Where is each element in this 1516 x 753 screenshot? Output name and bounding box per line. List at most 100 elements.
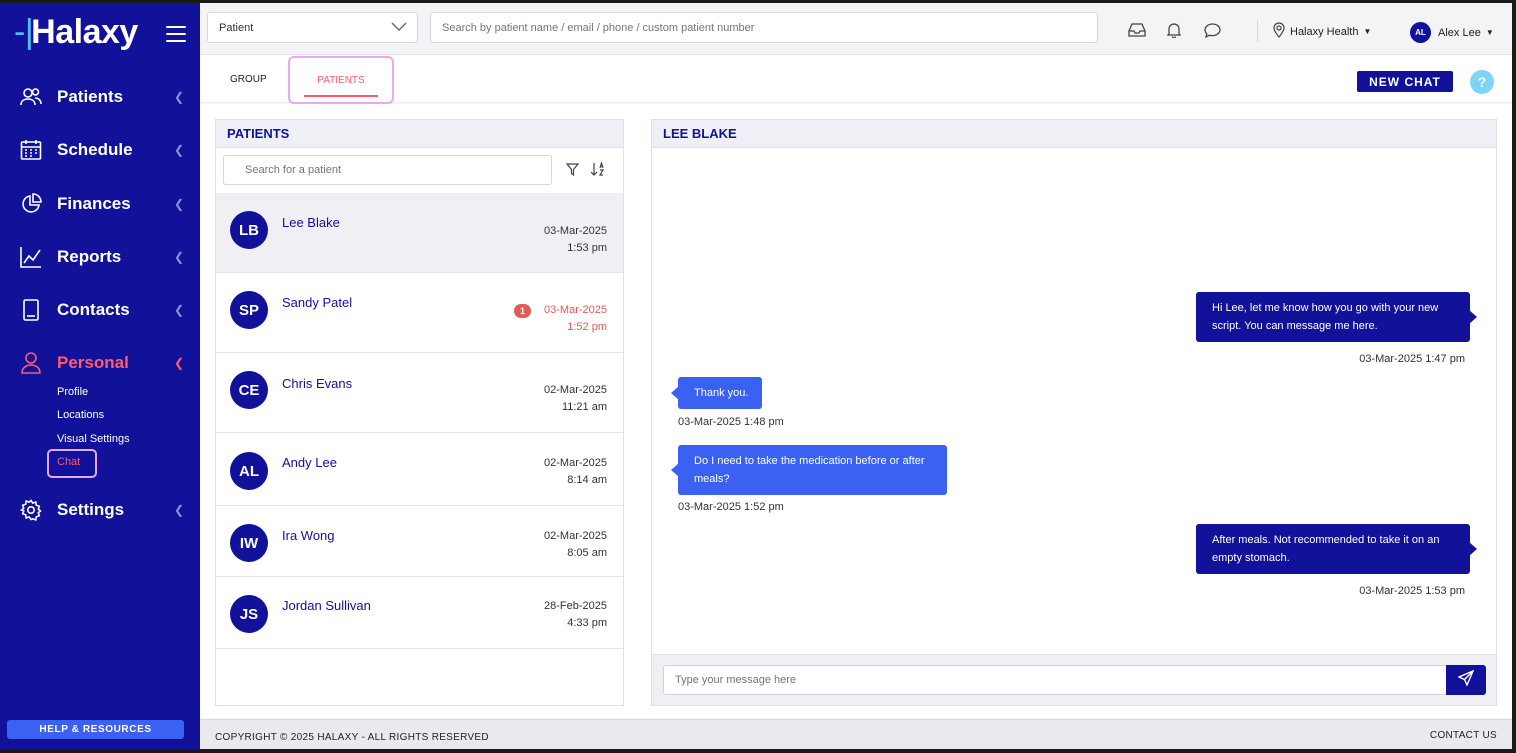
sort-icon[interactable] [590,160,606,181]
patient-last-message-time: 28-Feb-2025 4:33 pm [544,598,607,632]
sidebar-item-personal[interactable]: Personal ❮ [20,348,190,378]
message-bubble-incoming: Thank you. [670,377,763,409]
time: 8:05 am [567,547,607,559]
send-button[interactable] [1446,665,1486,695]
sidebar-item-label: Reports [57,247,122,266]
patient-row[interactable]: CE Chris Evans 02-Mar-2025 11:21 am [216,353,623,433]
patient-row[interactable]: IW Ira Wong 02-Mar-2025 8:05 am [216,506,623,577]
tab-patients[interactable]: PATIENTS [288,56,394,104]
menu-toggle-icon[interactable] [166,26,186,42]
chevron-left-icon: ❮ [173,303,184,317]
logo-text: Halaxy [31,13,138,51]
pie-chart-icon [20,193,42,215]
date: 03-Mar-2025 [544,225,607,237]
chevron-down-icon [391,22,407,35]
date: 28-Feb-2025 [544,600,607,612]
message-timestamp: 03-Mar-2025 1:48 pm [678,416,784,428]
patient-row[interactable]: AL Andy Lee 02-Mar-2025 8:14 am [216,433,623,506]
patient-list: LB Lee Blake 03-Mar-2025 1:53 pm SP Sand… [216,193,623,649]
help-icon[interactable]: ? [1470,70,1494,94]
patient-search-input[interactable] [223,155,552,185]
patient-row[interactable]: LB Lee Blake 03-Mar-2025 1:53 pm [216,193,623,273]
sidebar-item-label: Schedule [57,140,133,159]
bell-icon[interactable] [1164,20,1184,40]
message-composer [652,654,1496,705]
halaxy-logo[interactable]: -| Halaxy [14,13,138,52]
sidebar-item-label: Finances [57,194,131,213]
patient-name: Andy Lee [282,455,337,470]
time: 4:33 pm [567,617,607,629]
message-timestamp: 03-Mar-2025 1:53 pm [1359,585,1465,597]
app-window: -| Halaxy Patients ❮ Schedule ❮ Finances … [0,3,1512,749]
message-timestamp: 03-Mar-2025 1:47 pm [1359,353,1465,365]
time: 11:21 am [561,401,607,413]
inbox-icon[interactable] [1127,20,1147,40]
background-strip [0,749,1516,753]
patient-last-message-time: 03-Mar-2025 1:53 pm [544,223,607,257]
sidebar-subitem-visual-settings[interactable]: Visual Settings [57,433,130,445]
sidebar-item-contacts[interactable]: Contacts ❮ [20,295,190,325]
patient-avatar: LB [230,211,268,249]
copyright-text: COPYRIGHT © 2025 HALAXY - ALL RIGHTS RES… [215,732,489,743]
chevron-left-icon: ❮ [173,197,184,211]
sidebar-item-reports[interactable]: Reports ❮ [20,242,190,272]
chevron-left-icon: ❮ [173,356,184,370]
caret-down-icon: ▼ [1363,27,1372,36]
caret-down-icon: ▼ [1485,28,1494,37]
patient-row[interactable]: SP Sandy Patel 1 03-Mar-2025 1:52 pm [216,273,623,353]
chevron-left-icon: ❮ [173,90,184,104]
patient-name: Ira Wong [282,528,335,543]
patient-last-message-time: 02-Mar-2025 8:05 am [544,528,607,562]
main-content: PATIENTS LB Lee Blake 03-Mar-2025 1:53 p… [200,104,1512,718]
contact-us-link[interactable]: CONTACT US [1430,730,1497,741]
filter-icon[interactable] [565,163,580,181]
patient-last-message-time: 02-Mar-2025 11:21 am [544,382,607,416]
patients-panel-title: PATIENTS [216,120,623,148]
time: 1:52 pm [567,321,607,333]
person-icon [20,352,42,374]
patient-avatar: SP [230,291,268,329]
sidebar-item-label: Personal [57,353,129,372]
patient-name: Lee Blake [282,215,340,230]
patient-last-message-time: 02-Mar-2025 8:14 am [544,455,607,489]
patient-avatar: JS [230,595,268,633]
sidebar-subitem-locations[interactable]: Locations [57,409,104,421]
sidebar-item-label: Contacts [57,300,130,319]
gear-icon [20,499,42,521]
message-bubble-incoming: Do I need to take the medication before … [671,445,947,495]
divider [1257,20,1258,42]
patient-avatar: IW [230,524,268,562]
global-search-input[interactable] [430,12,1098,43]
patient-name: Chris Evans [282,376,353,391]
select-value: Patient [219,21,254,34]
sidebar-item-patients[interactable]: Patients ❮ [20,82,190,112]
chat-panel: LEE BLAKE Hi Lee, let me know how you go… [651,119,1497,706]
patient-row[interactable]: JS Jordan Sullivan 28-Feb-2025 4:33 pm [216,577,623,649]
tab-group[interactable]: GROUP [230,55,267,103]
sidebar-subitem-chat[interactable]: Chat [57,456,80,468]
time: 1:53 pm [567,242,607,254]
help-resources-button[interactable]: HELP & RESOURCES [7,720,184,739]
sidebar-item-settings[interactable]: Settings ❮ [20,495,190,525]
patient-avatar: AL [230,452,268,490]
avatar: AL [1410,22,1431,43]
chevron-left-icon: ❮ [173,250,184,264]
user-menu[interactable]: AL Alex Lee ▼ [1410,22,1494,43]
chevron-left-icon: ❮ [173,503,184,517]
sidebar-subitem-profile[interactable]: Profile [57,386,88,398]
message-bubble-outgoing: After meals. Not recommended to take it … [1196,524,1477,574]
chevron-left-icon: ❮ [173,143,184,157]
sidebar-item-schedule[interactable]: Schedule ❮ [20,135,190,165]
chat-bubble-icon[interactable] [1202,20,1222,40]
new-chat-button[interactable]: NEW CHAT [1357,71,1453,92]
message-input[interactable] [663,665,1447,695]
send-icon [1457,669,1475,691]
location-name: Halaxy Health [1290,25,1359,38]
location-switcher[interactable]: Halaxy Health ▼ [1273,22,1371,41]
search-type-select[interactable]: Patient [207,12,418,43]
chat-title: LEE BLAKE [652,120,1496,148]
people-icon [20,86,42,108]
sidebar-item-finances[interactable]: Finances ❮ [20,189,190,219]
patient-last-message-time: 03-Mar-2025 1:52 pm [544,302,607,336]
patients-panel: PATIENTS LB Lee Blake 03-Mar-2025 1:53 p… [215,119,624,706]
